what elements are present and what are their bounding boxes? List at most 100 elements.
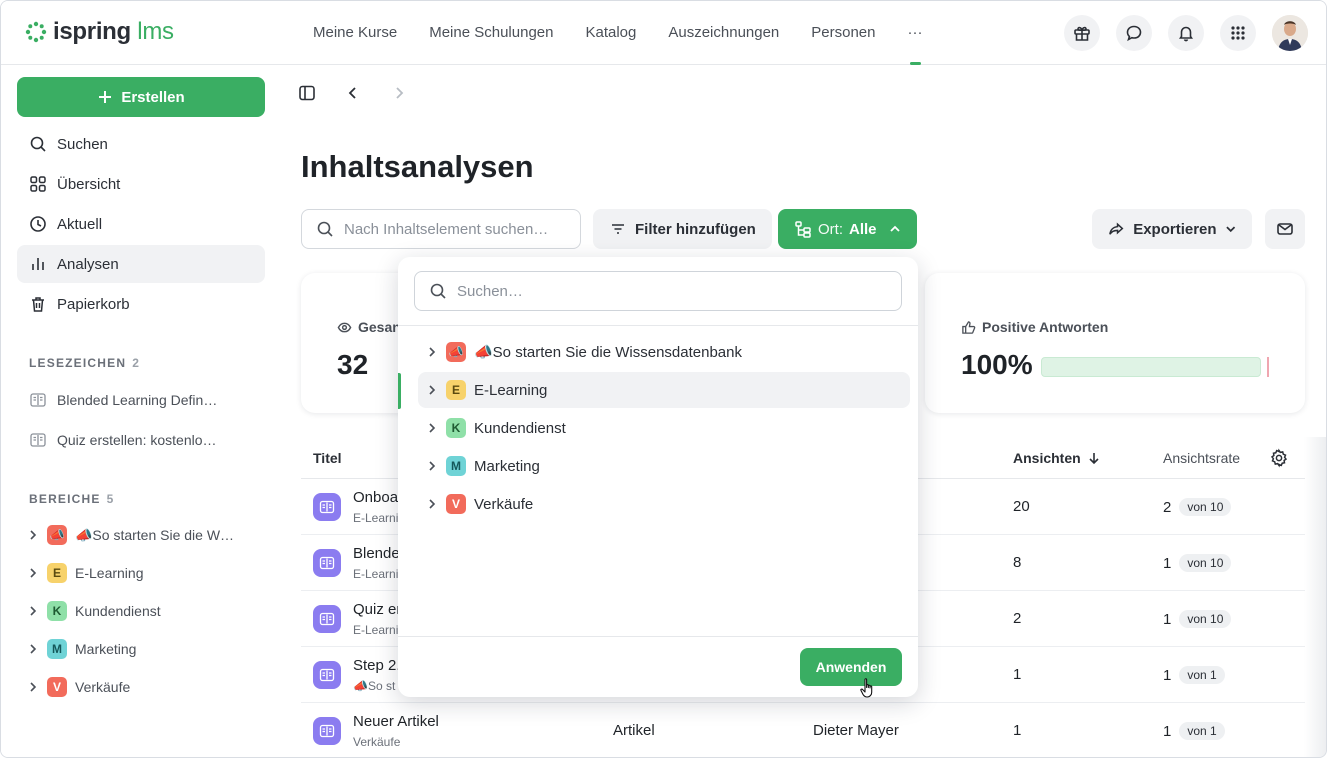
sidebar-item-search[interactable]: Suchen xyxy=(17,125,265,163)
course-icon xyxy=(313,605,341,633)
dropdown-item-start[interactable]: 📣 📣So starten Sie die Wissensdatenbank xyxy=(418,334,910,370)
course-icon xyxy=(313,661,341,689)
clock-icon xyxy=(30,216,46,232)
row-location: E-Learni xyxy=(353,623,399,637)
bookmark-item[interactable]: Quiz erstellen: kostenlo… xyxy=(29,431,265,449)
row-views: 1 xyxy=(1013,666,1022,683)
positive-answers-bar xyxy=(1041,357,1261,377)
row-rate: 2 von 10 xyxy=(1163,498,1232,516)
top-bar: ispring lms Meine Kurse Meine Schulungen… xyxy=(1,1,1326,65)
sidebar-toggle-icon[interactable] xyxy=(297,83,317,103)
area-label: 📣So starten Sie die W… xyxy=(75,526,235,543)
col-title[interactable]: Titel xyxy=(313,450,342,466)
bar-end-marker xyxy=(1267,357,1269,377)
forward-arrow-icon[interactable] xyxy=(389,83,409,103)
nav-awards[interactable]: Auszeichnungen xyxy=(652,1,795,65)
chevron-right-icon xyxy=(429,423,436,433)
row-views: 20 xyxy=(1013,498,1030,515)
positive-answers-value: 100% xyxy=(961,349,1033,380)
sidebar-item-label: Suchen xyxy=(57,135,108,153)
table-row[interactable]: Neuer Artikel Verkäufe Artikel Dieter Ma… xyxy=(301,703,1305,757)
book-icon xyxy=(30,393,46,407)
app-window: ispring lms Meine Kurse Meine Schulungen… xyxy=(0,0,1327,758)
area-item-sales[interactable]: V Verkäufe xyxy=(27,677,265,697)
selected-indicator xyxy=(398,373,401,409)
area-label: Marketing xyxy=(75,641,137,657)
sidebar-item-trash[interactable]: Papierkorb xyxy=(17,285,265,323)
nav-my-trainings[interactable]: Meine Schulungen xyxy=(413,1,569,65)
dropdown-search-input[interactable]: Suchen… xyxy=(414,271,902,311)
chevron-right-icon xyxy=(429,385,436,395)
chevron-right-icon xyxy=(30,568,37,578)
share-arrow-icon xyxy=(1109,222,1124,235)
row-type: Artikel xyxy=(613,722,655,739)
nav-more[interactable]: ··· xyxy=(892,1,939,65)
row-title: Blende xyxy=(353,545,400,562)
bookmark-label: Quiz erstellen: kostenlo… xyxy=(57,432,217,448)
mail-icon xyxy=(1277,223,1293,235)
gear-icon[interactable] xyxy=(1269,448,1289,468)
dropdown-item-label: Marketing xyxy=(474,457,540,475)
content-search-input[interactable]: Nach Inhaltselement suchen… xyxy=(301,209,581,249)
location-value: Alle xyxy=(849,220,877,238)
back-arrow-icon[interactable] xyxy=(343,83,363,103)
area-badge: E xyxy=(47,563,67,583)
email-report-button[interactable] xyxy=(1265,209,1305,249)
rate-pill: von 10 xyxy=(1179,498,1232,516)
search-icon xyxy=(430,283,446,299)
area-badge: V xyxy=(47,677,67,697)
nav-people[interactable]: Personen xyxy=(795,1,891,65)
nav-my-courses[interactable]: Meine Kurse xyxy=(297,1,413,65)
location-filter-button[interactable]: Ort: Alle xyxy=(778,209,917,249)
dropdown-item-marketing[interactable]: M Marketing xyxy=(418,448,910,484)
thumbs-up-icon xyxy=(962,320,976,334)
notifications-button[interactable] xyxy=(1168,15,1204,51)
area-item-marketing[interactable]: M Marketing xyxy=(27,639,265,659)
total-views-value: 32 xyxy=(337,349,369,380)
dashboard-icon xyxy=(30,176,46,192)
logo[interactable]: ispring lms xyxy=(25,18,174,46)
bookmarks-heading: LESEZEICHEN 2 xyxy=(29,356,139,370)
area-badge: 📣 xyxy=(446,342,466,362)
positive-answers-label: Positive Antworten xyxy=(961,319,1108,335)
chat-button[interactable] xyxy=(1116,15,1152,51)
bar-chart-icon xyxy=(32,258,44,270)
positive-answers-card: Positive Antworten 100% xyxy=(925,273,1305,413)
create-button[interactable]: Erstellen xyxy=(17,77,265,117)
create-button-label: Erstellen xyxy=(121,88,185,106)
sidebar-item-overview[interactable]: Übersicht xyxy=(17,165,265,203)
sidebar-item-analytics[interactable]: Analysen xyxy=(17,245,265,283)
eye-icon xyxy=(337,322,352,332)
user-avatar[interactable] xyxy=(1272,15,1308,51)
row-location: E-Learni xyxy=(353,511,399,525)
area-item-start[interactable]: 📣 📣So starten Sie die W… xyxy=(27,525,265,545)
col-views[interactable]: Ansichten xyxy=(1013,450,1101,466)
apps-button[interactable] xyxy=(1220,15,1256,51)
gift-button[interactable] xyxy=(1064,15,1100,51)
area-item-support[interactable]: K Kundendienst xyxy=(27,601,265,621)
apply-button[interactable]: Anwenden xyxy=(800,648,902,686)
chat-icon xyxy=(1126,25,1142,42)
sidebar-item-recent[interactable]: Aktuell xyxy=(17,205,265,243)
area-label: Kundendienst xyxy=(75,603,161,619)
dropdown-item-sales[interactable]: V Verkäufe xyxy=(418,486,910,522)
area-item-elearning[interactable]: E E-Learning xyxy=(27,563,265,583)
row-title: Neuer Artikel xyxy=(353,713,439,730)
area-badge: V xyxy=(446,494,466,514)
chevron-down-icon xyxy=(1225,226,1235,233)
row-title: Quiz er xyxy=(353,601,402,618)
areas-heading: BEREICHE 5 xyxy=(29,492,114,506)
dropdown-item-label: Kundendienst xyxy=(474,419,566,437)
chevron-right-icon xyxy=(30,606,37,616)
dropdown-item-support[interactable]: K Kundendienst xyxy=(418,410,910,446)
total-views-label: Gesan xyxy=(337,319,401,335)
add-filter-button[interactable]: Filter hinzufügen xyxy=(593,209,772,249)
bookmarks-count: 2 xyxy=(132,356,139,370)
dropdown-item-elearning[interactable]: E E-Learning xyxy=(418,372,910,408)
col-view-rate[interactable]: Ansichtsrate xyxy=(1163,450,1240,466)
search-placeholder: Nach Inhaltselement suchen… xyxy=(344,220,549,238)
export-button[interactable]: Exportieren xyxy=(1092,209,1252,249)
row-rate: 1 von 1 xyxy=(1163,666,1225,684)
nav-catalog[interactable]: Katalog xyxy=(569,1,652,65)
bookmark-item[interactable]: Blended Learning Defin… xyxy=(29,391,265,409)
